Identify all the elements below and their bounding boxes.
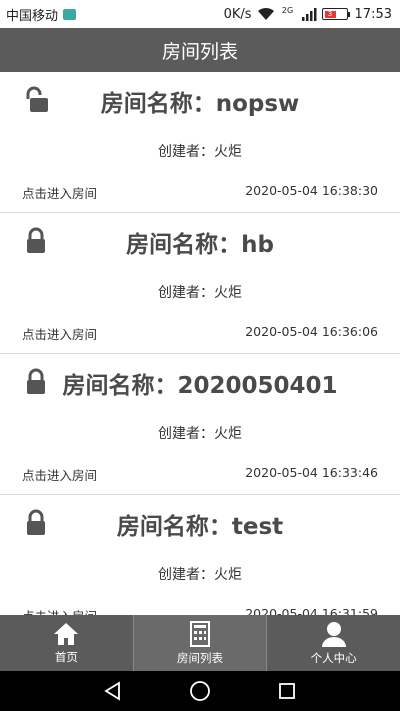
back-icon[interactable] — [103, 681, 123, 701]
battery-level: 3 — [324, 10, 336, 18]
room-card[interactable]: 房间名称：nopsw 创建者：火炬 点击进入房间 2020-05-04 16:3… — [0, 72, 400, 213]
room-created-time: 2020-05-04 16:38:30 — [245, 183, 378, 198]
system-nav-bar — [0, 671, 400, 711]
room-list-icon — [190, 620, 210, 647]
room-created-time: 2020-05-04 16:36:06 — [245, 324, 378, 339]
room-card[interactable]: 房间名称：2020050401 创建者：火炬 点击进入房间 2020-05-04… — [0, 354, 400, 495]
carrier-name: 中国移动 — [6, 8, 59, 24]
room-card[interactable]: 房间名称：test 创建者：火炬 点击进入房间 2020-05-04 16:31… — [0, 495, 400, 615]
enter-room-link[interactable]: 点击进入房间 — [22, 606, 97, 615]
user-icon — [321, 621, 346, 647]
room-name: 房间名称：hb — [126, 232, 274, 258]
tab-home[interactable]: 首页 — [0, 615, 134, 671]
enter-room-link[interactable]: 点击进入房间 — [22, 324, 97, 343]
network-speed: 0K/s — [223, 6, 252, 22]
title-bar: 房间列表 — [0, 28, 400, 72]
room-name: 房间名称：2020050401 — [62, 373, 338, 399]
wifi-icon — [257, 7, 275, 21]
home-icon — [54, 622, 79, 645]
home-circle-icon[interactable] — [189, 680, 211, 702]
app-notification-icon — [63, 8, 77, 20]
room-creator: 创建者：火炬 — [158, 285, 242, 301]
tab-room-list[interactable]: 房间列表 — [133, 615, 268, 671]
tab-label: 个人中心 — [310, 650, 357, 665]
bottom-tab-bar: 首页 房间列表 个人中心 — [0, 615, 400, 671]
enter-room-link[interactable]: 点击进入房间 — [22, 465, 97, 484]
room-created-time: 2020-05-04 16:33:46 — [245, 465, 378, 480]
room-creator: 创建者：火炬 — [158, 144, 242, 160]
room-creator: 创建者：火炬 — [158, 567, 242, 583]
room-created-time: 2020-05-04 16:31:59 — [245, 606, 378, 615]
recent-apps-icon[interactable] — [277, 681, 297, 701]
page-title: 房间列表 — [161, 40, 238, 63]
room-list[interactable]: 房间名称：nopsw 创建者：火炬 点击进入房间 2020-05-04 16:3… — [0, 72, 400, 615]
room-creator: 创建者：火炬 — [158, 426, 242, 442]
network-type: 2G — [281, 6, 294, 15]
battery-icon: 3 — [321, 8, 350, 20]
clock: 17:53 — [354, 6, 392, 22]
room-name: 房间名称：nopsw — [100, 91, 300, 117]
tab-label: 房间列表 — [177, 650, 223, 665]
room-card[interactable]: 房间名称：hb 创建者：火炬 点击进入房间 2020-05-04 16:36:0… — [0, 213, 400, 354]
tab-profile[interactable]: 个人中心 — [267, 615, 400, 671]
tab-label: 首页 — [54, 649, 78, 664]
signal-icon — [301, 7, 317, 21]
status-bar: 中国移动 0K/s 2G 3 17:53 — [0, 0, 400, 28]
room-name: 房间名称：test — [116, 514, 284, 540]
enter-room-link[interactable]: 点击进入房间 — [22, 183, 97, 202]
